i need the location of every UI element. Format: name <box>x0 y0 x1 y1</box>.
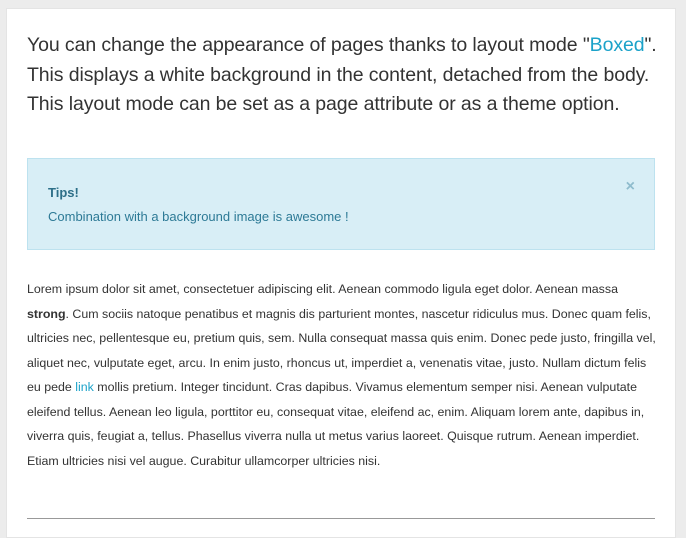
boxed-link[interactable]: Boxed <box>590 34 645 56</box>
tips-alert: × Tips! Combination with a background im… <box>27 158 655 250</box>
intro-paragraph: You can change the appearance of pages t… <box>27 31 667 120</box>
intro-text-start: You can change the appearance of pages t… <box>27 34 590 56</box>
close-icon[interactable]: × <box>626 179 635 195</box>
alert-message: Combination with a background image is a… <box>48 209 349 224</box>
alert-title: Tips! <box>48 185 79 200</box>
lorem-text-1: Lorem ipsum dolor sit amet, consectetuer… <box>27 282 618 296</box>
content-card: You can change the appearance of pages t… <box>6 8 676 538</box>
inline-link[interactable]: link <box>75 380 94 394</box>
lorem-paragraph: Lorem ipsum dolor sit amet, consectetuer… <box>27 277 659 473</box>
horizontal-divider <box>27 518 655 519</box>
lorem-text-3: mollis pretium. Integer tincidunt. Cras … <box>27 380 645 468</box>
strong-text: strong <box>27 306 66 321</box>
